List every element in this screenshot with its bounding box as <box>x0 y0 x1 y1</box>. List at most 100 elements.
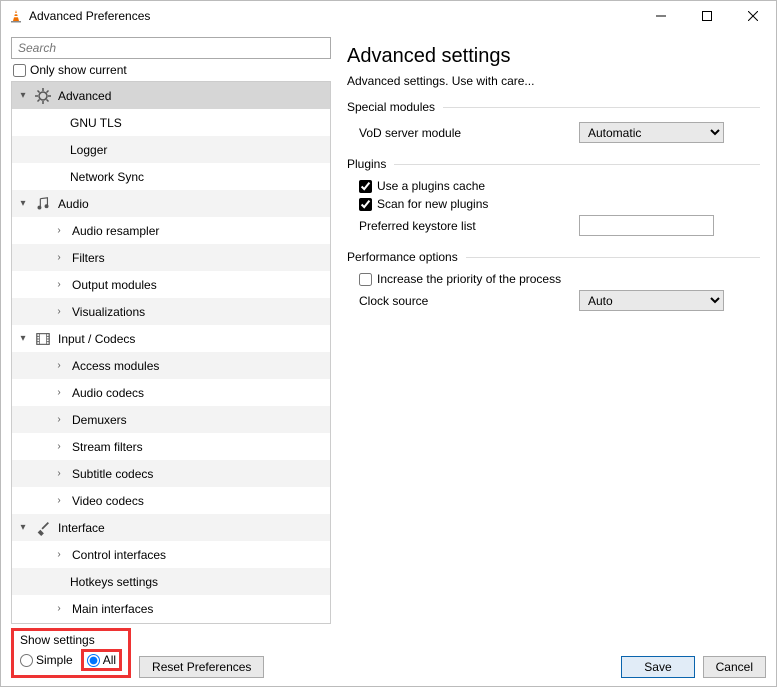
tree-item-label: Visualizations <box>72 305 145 319</box>
tree-item-label: Logger <box>70 143 107 157</box>
chevron-right-icon: › <box>54 226 64 236</box>
keystore-list-input[interactable] <box>579 215 714 236</box>
tree-item-label: Hotkeys settings <box>70 575 158 589</box>
title-bar: Advanced Preferences <box>1 1 776 31</box>
chevron-right-icon: › <box>54 550 64 560</box>
use-plugins-cache-checkbox[interactable] <box>359 180 372 193</box>
tree-item-label: Audio <box>58 197 89 211</box>
chevron-right-icon: › <box>54 280 64 290</box>
tree-item-network-sync[interactable]: Network Sync <box>12 163 330 190</box>
music-note-icon <box>34 195 52 213</box>
search-input[interactable] <box>11 37 331 59</box>
chevron-right-icon: › <box>54 388 64 398</box>
left-pane: Only show current ▾ Advanced GNU TLS Log… <box>11 37 331 624</box>
tree-item-interface[interactable]: ▾ Interface <box>12 514 330 541</box>
tree-item-audio-codecs[interactable]: › Audio codecs <box>12 379 330 406</box>
scan-new-plugins-label: Scan for new plugins <box>377 197 488 211</box>
tree-item-label: Demuxers <box>72 413 127 427</box>
tree-item-filters[interactable]: › Filters <box>12 244 330 271</box>
cancel-button[interactable]: Cancel <box>703 656 766 678</box>
chevron-right-icon: › <box>54 361 64 371</box>
tree-item-label: Interface <box>58 521 105 535</box>
window-title: Advanced Preferences <box>29 9 150 23</box>
special-modules-group: Special modules VoD server module Automa… <box>347 100 760 143</box>
chevron-right-icon: › <box>54 307 64 317</box>
reset-preferences-button[interactable]: Reset Preferences <box>139 656 264 678</box>
chevron-down-icon: ▾ <box>18 523 28 533</box>
vod-server-module-select[interactable]: Automatic <box>579 122 724 143</box>
show-settings-group: Show settings Simple All <box>11 628 131 678</box>
radio-simple-label: Simple <box>36 653 73 667</box>
tree-item-main-interfaces[interactable]: › Main interfaces <box>12 595 330 622</box>
tree-item-stream-filters[interactable]: › Stream filters <box>12 433 330 460</box>
clock-source-label: Clock source <box>359 294 579 308</box>
tree-item-label: Filters <box>72 251 105 265</box>
save-button[interactable]: Save <box>621 656 694 678</box>
use-plugins-cache-label: Use a plugins cache <box>377 179 485 193</box>
tree-item-input-codecs[interactable]: ▾ Input / Codecs <box>12 325 330 352</box>
close-button[interactable] <box>730 1 776 31</box>
page-subtitle: Advanced settings. Use with care... <box>347 74 760 88</box>
page-title: Advanced settings <box>347 45 760 68</box>
tree-item-label: Output modules <box>72 278 157 292</box>
show-settings-title: Show settings <box>20 633 122 647</box>
radio-all[interactable]: All <box>87 653 116 667</box>
tree-item-subtitle-codecs[interactable]: › Subtitle codecs <box>12 460 330 487</box>
scan-new-plugins-checkbox[interactable] <box>359 198 372 211</box>
content-area: Only show current ▾ Advanced GNU TLS Log… <box>1 31 776 624</box>
tree-item-label: Control interfaces <box>72 548 166 562</box>
gear-icon <box>34 87 52 105</box>
chevron-down-icon: ▾ <box>18 199 28 209</box>
tree-item-audio-resampler[interactable]: › Audio resampler <box>12 217 330 244</box>
only-show-current-checkbox[interactable] <box>13 64 26 77</box>
tree-item-label: Video codecs <box>72 494 144 508</box>
tree-item-label: Advanced <box>58 89 111 103</box>
settings-tree[interactable]: ▾ Advanced GNU TLS Logger Network Sync ▾… <box>11 81 331 624</box>
plugins-group: Plugins Use a plugins cache Scan for new… <box>347 157 760 236</box>
tree-item-output-modules[interactable]: › Output modules <box>12 271 330 298</box>
group-title: Performance options <box>347 250 466 264</box>
chevron-right-icon: › <box>54 442 64 452</box>
chevron-right-icon: › <box>54 253 64 263</box>
radio-all-label: All <box>103 653 116 667</box>
only-show-current-label: Only show current <box>30 63 127 77</box>
tree-item-label: Subtitle codecs <box>72 467 153 481</box>
tree-item-label: Stream filters <box>72 440 143 454</box>
tree-item-audio[interactable]: ▾ Audio <box>12 190 330 217</box>
tree-item-label: Network Sync <box>70 170 144 184</box>
minimize-button[interactable] <box>638 1 684 31</box>
radio-simple[interactable]: Simple <box>20 653 73 667</box>
tree-item-gnutls[interactable]: GNU TLS <box>12 109 330 136</box>
vlc-cone-icon <box>9 9 23 23</box>
chevron-right-icon: › <box>54 496 64 506</box>
group-title: Special modules <box>347 100 443 114</box>
performance-group: Performance options Increase the priorit… <box>347 250 760 311</box>
tree-item-logger[interactable]: Logger <box>12 136 330 163</box>
keystore-list-label: Preferred keystore list <box>359 219 579 233</box>
radio-all-highlight: All <box>81 649 122 671</box>
tree-item-label: Main interfaces <box>72 602 153 616</box>
right-pane: Advanced settings Advanced settings. Use… <box>341 37 766 624</box>
bottom-bar: Show settings Simple All Reset Preferenc… <box>1 624 776 686</box>
tree-item-hotkeys[interactable]: Hotkeys settings <box>12 568 330 595</box>
clock-source-select[interactable]: Auto <box>579 290 724 311</box>
tree-item-access-modules[interactable]: › Access modules <box>12 352 330 379</box>
increase-priority-checkbox[interactable] <box>359 273 372 286</box>
chevron-right-icon: › <box>54 604 64 614</box>
tree-item-label: Audio resampler <box>72 224 159 238</box>
tree-item-label: Input / Codecs <box>58 332 135 346</box>
group-title: Plugins <box>347 157 394 171</box>
maximize-button[interactable] <box>684 1 730 31</box>
chevron-right-icon: › <box>54 415 64 425</box>
tree-item-label: Access modules <box>72 359 159 373</box>
tree-item-label: GNU TLS <box>70 116 122 130</box>
tree-item-video-codecs[interactable]: › Video codecs <box>12 487 330 514</box>
tree-item-visualizations[interactable]: › Visualizations <box>12 298 330 325</box>
tree-item-control-interfaces[interactable]: › Control interfaces <box>12 541 330 568</box>
chevron-down-icon: ▾ <box>18 91 28 101</box>
chevron-down-icon: ▾ <box>18 334 28 344</box>
chevron-right-icon: › <box>54 469 64 479</box>
tree-item-advanced[interactable]: ▾ Advanced <box>12 82 330 109</box>
tree-item-demuxers[interactable]: › Demuxers <box>12 406 330 433</box>
tree-item-label: Audio codecs <box>72 386 144 400</box>
